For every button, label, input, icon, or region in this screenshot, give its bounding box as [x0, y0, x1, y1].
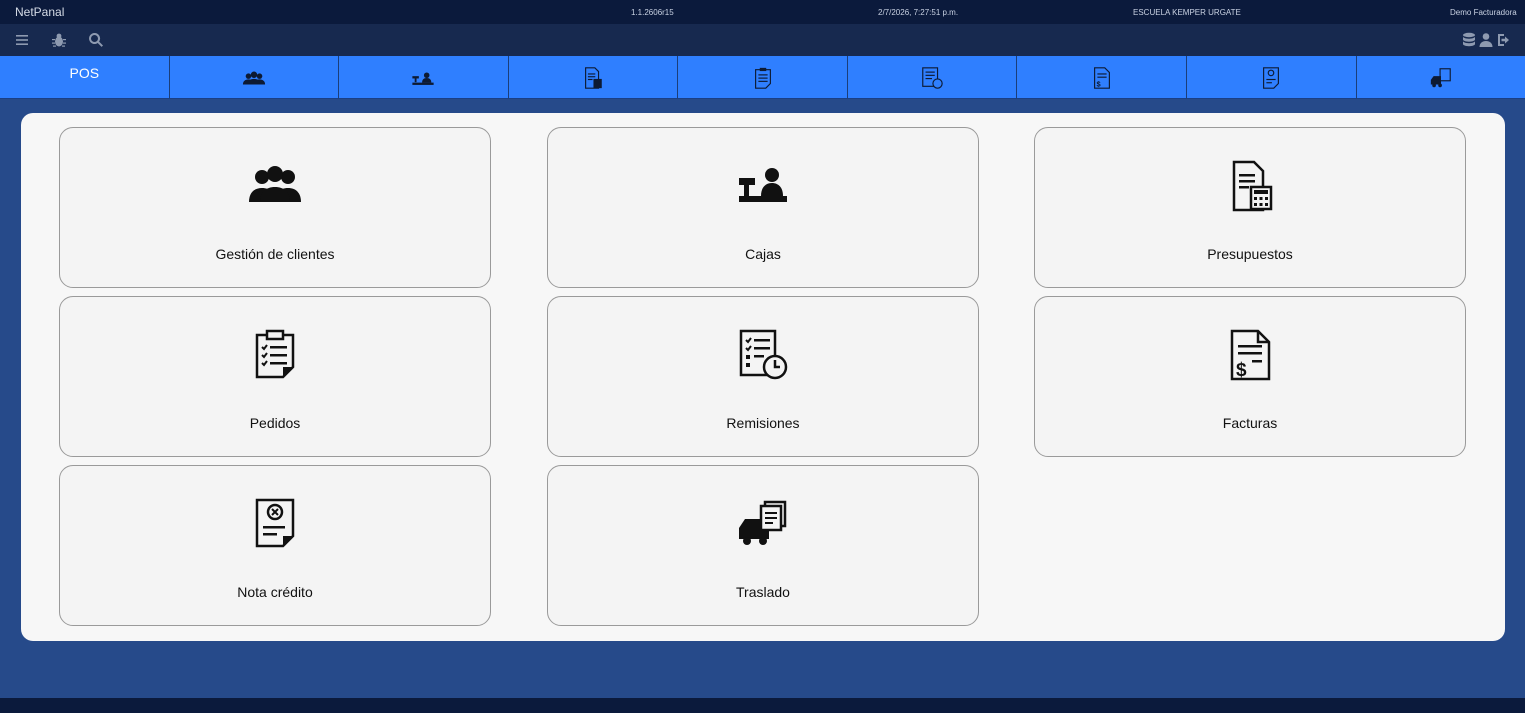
card-transfer[interactable]: Traslado — [547, 465, 979, 626]
card-client-management-label: Gestión de clientes — [215, 246, 335, 262]
card-credit-note-label: Nota crédito — [237, 584, 313, 600]
database-button[interactable] — [1460, 31, 1478, 49]
orders-icon — [754, 67, 771, 89]
cashier-icon — [739, 168, 787, 202]
user-icon — [1479, 33, 1493, 47]
status-bar: NetPanal 1.1.2606r15 2/7/2026, 7:27:51 p… — [0, 0, 1525, 24]
bug-icon — [52, 33, 66, 47]
card-invoices[interactable]: $ Facturas — [1034, 296, 1466, 457]
transfer-icon — [1430, 67, 1451, 87]
module-tabbar: POS $ — [0, 56, 1525, 99]
footer-bar — [0, 698, 1525, 713]
credit-note-icon — [1263, 66, 1280, 89]
search-icon — [89, 32, 103, 47]
budget-icon — [1232, 160, 1273, 212]
tab-budget[interactable] — [509, 56, 679, 99]
logout-icon — [1498, 34, 1509, 46]
card-credit-note[interactable]: Nota crédito — [59, 465, 491, 626]
cashier-icon — [412, 71, 435, 85]
tab-cashier[interactable] — [339, 56, 509, 99]
tab-pos[interactable]: POS — [0, 56, 170, 99]
tab-credit-note[interactable] — [1187, 56, 1357, 99]
app-name: NetPanal — [15, 5, 65, 19]
card-orders[interactable]: Pedidos — [59, 296, 491, 457]
clients-icon — [249, 166, 301, 202]
tab-pos-label: POS — [69, 64, 100, 81]
invoice-icon: $ — [1093, 66, 1110, 89]
hamburger-icon — [16, 35, 28, 45]
card-budgets-label: Presupuestos — [1207, 246, 1293, 262]
clients-icon — [242, 71, 265, 84]
profile-button[interactable] — [1477, 31, 1495, 49]
app-version: 1.1.2606r15 — [631, 8, 674, 17]
menu-button[interactable] — [13, 31, 31, 49]
toolbar — [0, 24, 1525, 56]
card-cashiers-label: Cajas — [745, 246, 781, 262]
budget-icon — [585, 66, 602, 89]
current-user: Demo Facturadora — [1450, 8, 1517, 17]
current-datetime: 2/7/2026, 7:27:51 p.m. — [878, 8, 959, 17]
card-cashiers[interactable]: Cajas — [547, 127, 979, 288]
tab-orders[interactable] — [678, 56, 848, 99]
orders-icon — [255, 329, 295, 379]
card-remissions[interactable]: Remisiones — [547, 296, 979, 457]
svg-text:$: $ — [1236, 360, 1247, 381]
tab-remissions[interactable] — [848, 56, 1018, 99]
card-orders-label: Pedidos — [249, 415, 301, 431]
tab-clients[interactable] — [170, 56, 340, 99]
card-budgets[interactable]: Presupuestos — [1034, 127, 1466, 288]
card-invoices-label: Facturas — [1222, 415, 1278, 431]
tab-transfer[interactable] — [1357, 56, 1525, 99]
card-client-management[interactable]: Gestión de clientes — [59, 127, 491, 288]
school-name: ESCUELA KEMPER URGATE — [1133, 8, 1241, 17]
remissions-icon — [922, 66, 943, 89]
database-icon — [1463, 32, 1475, 47]
credit-note-icon — [255, 498, 295, 548]
remissions-icon — [739, 329, 788, 380]
card-remissions-label: Remisiones — [726, 415, 800, 431]
logout-button[interactable] — [1495, 31, 1513, 49]
card-transfer-label: Traslado — [736, 584, 790, 600]
main-panel: Gestión de clientes Cajas Presupuestos P… — [21, 113, 1505, 641]
transfer-icon — [739, 500, 787, 545]
search-button[interactable] — [87, 31, 105, 49]
invoice-icon: $ — [1230, 329, 1271, 381]
debug-button[interactable] — [50, 31, 68, 49]
tab-invoices[interactable]: $ — [1017, 56, 1187, 99]
svg-text:$: $ — [1096, 79, 1100, 88]
